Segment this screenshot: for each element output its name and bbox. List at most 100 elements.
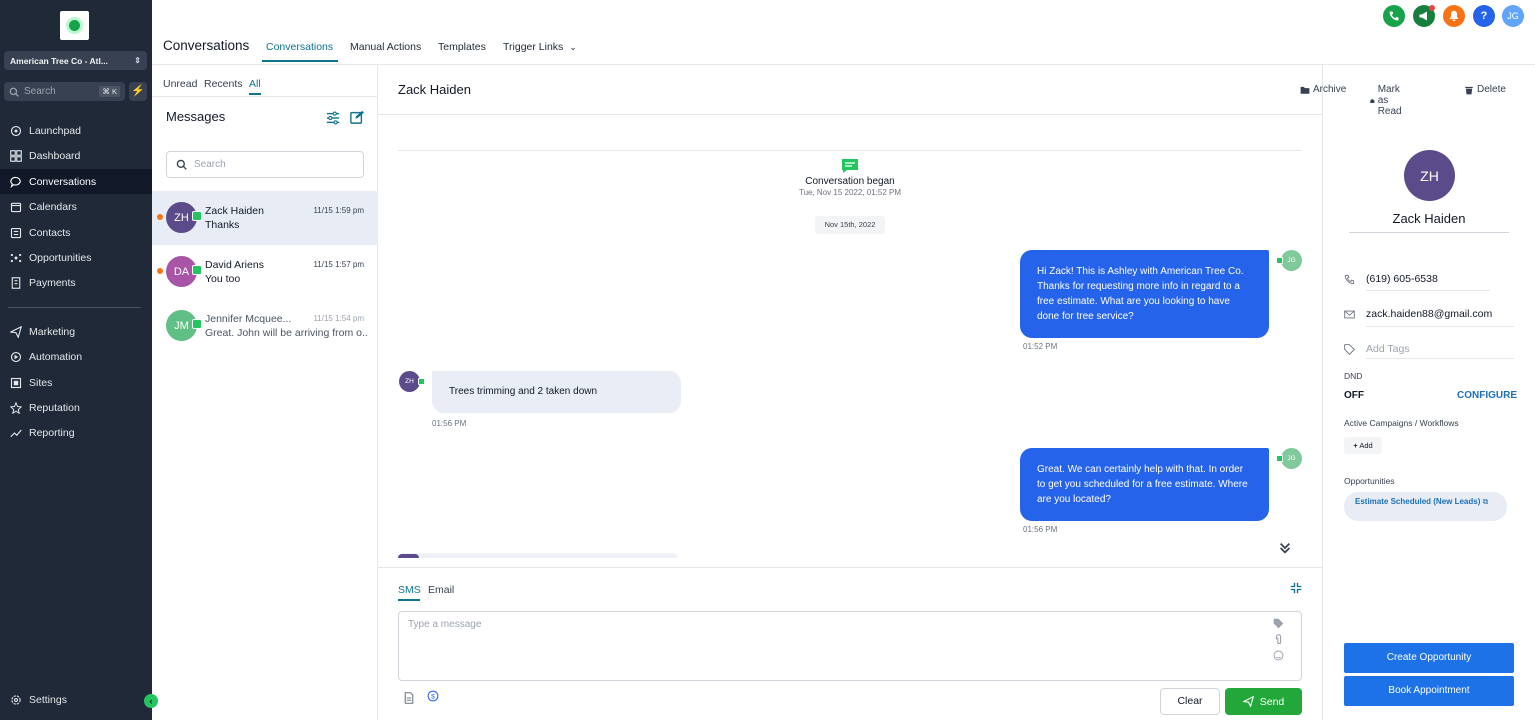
sidebar-item-automation[interactable]: Automation [0,344,152,369]
conversation-search-input[interactable]: Search [166,151,364,178]
add-campaign-button[interactable]: + Add [1344,437,1382,454]
divider [1366,290,1490,291]
bell-icon[interactable] [1443,5,1465,27]
message-time: 01:52 PM [1023,342,1058,351]
configure-dnd-link[interactable]: CONFIGURE [1457,390,1517,401]
double-chevron-down-icon[interactable] [1278,541,1292,555]
chat-header: Zack Haiden Archive Mark as Read Delete [378,65,1506,117]
sidebar-item-label: Automation [29,350,83,363]
collapse-arrows-icon[interactable] [1290,582,1302,594]
sidebar-item-payments[interactable]: Payments [0,270,152,295]
chat-panel: Zack Haiden Archive Mark as Read Delete … [378,65,1506,720]
sidebar-item-sites[interactable]: Sites [0,370,152,395]
clear-button[interactable]: Clear [1160,688,1220,715]
conversation-preview: You too [205,273,241,285]
quick-action-bolt-icon[interactable]: ⚡ [129,82,147,101]
page-title: Conversations [163,38,250,53]
sidebar-item-label: Calendars [29,200,77,213]
chat-contact-name: Zack Haiden [398,82,471,97]
divider [1366,326,1514,327]
filter-all[interactable]: All [249,78,261,90]
sites-icon [10,377,22,389]
sidebar-item-dashboard[interactable]: Dashboard [0,143,152,168]
conversation-time: 11/15 1:59 pm [313,206,364,215]
chevron-down-icon: ⌄ [569,42,577,52]
opportunity-chip[interactable]: Estimate Scheduled (New Leads) ⧉ [1344,492,1507,521]
company-logo[interactable] [60,11,89,40]
automation-icon [10,351,22,363]
filter-unread[interactable]: Unread [163,78,197,90]
active-channel-indicator [398,599,420,601]
create-opportunity-button[interactable]: Create Opportunity [1344,643,1514,673]
tab-manual-actions[interactable]: Manual Actions [350,41,421,53]
sidebar-item-conversations[interactable]: Conversations [0,169,152,194]
chat-message-icon [842,159,858,173]
sidebar-item-contacts[interactable]: Contacts [0,220,152,245]
megaphone-icon[interactable] [1413,5,1435,27]
contact-phone-row[interactable]: (619) 605-6538 [1344,273,1438,285]
unread-dot [157,214,163,220]
sidebar-item-label: Conversations [29,175,97,188]
sidebar-item-opportunities[interactable]: Opportunities [0,245,152,270]
tab-trigger-links[interactable]: Trigger Links ⌄ [503,41,577,53]
account-switcher[interactable]: American Tree Co - Atl... ⇕ [4,51,147,70]
send-plane-icon [10,325,22,338]
sidebar-search[interactable]: Search ⌘ K [4,82,125,101]
sidebar-item-label: Reporting [29,426,75,439]
sidebar-item-label: Sites [29,376,53,389]
tab-email[interactable]: Email [428,584,454,596]
trend-line-icon [10,427,22,439]
contact-avatar: ZH [1404,150,1455,201]
sender-avatar: ZH [399,371,420,392]
opportunities-label: Opportunities [1344,476,1395,486]
gear-icon [10,694,22,706]
tab-conversations[interactable]: Conversations [266,41,333,53]
divider [1366,358,1514,359]
sidebar-item-reputation[interactable]: Reputation [0,395,152,420]
sidebar-item-launchpad[interactable]: Launchpad [0,118,152,143]
sidebar-item-calendars[interactable]: Calendars [0,194,152,219]
filter-recents[interactable]: Recents [204,78,243,90]
document-icon[interactable] [403,692,415,704]
help-icon[interactable]: ? [1473,5,1495,27]
receipt-icon [10,276,22,289]
dollar-payment-icon[interactable]: $ [427,690,439,702]
add-label: Add [1359,441,1373,450]
calendar-icon [10,201,22,213]
incoming-message: Trees trimming and 2 taken down [432,371,681,413]
book-appointment-button[interactable]: Book Appointment [1344,676,1514,706]
sidebar-item-marketing[interactable]: Marketing [0,319,152,344]
send-button[interactable]: Send [1225,688,1302,715]
contact-phone: (619) 605-6538 [1366,273,1438,285]
send-plane-icon [1242,696,1254,707]
paperclip-icon[interactable] [1273,634,1284,645]
phone-icon[interactable] [1383,5,1405,27]
emoji-icon[interactable] [1273,650,1284,661]
sidebar-item-settings[interactable]: Settings [0,687,152,712]
conversation-preview: Great. John will be arriving from o... [205,327,367,339]
user-avatar[interactable]: JG [1502,5,1524,27]
conversation-preview: Thanks [205,219,240,231]
tab-sms[interactable]: SMS [398,584,421,596]
updown-chevron-icon: ⇕ [134,56,141,65]
conversation-item-david[interactable]: DA David Ariens 11/15 1:57 pm You too [152,245,378,299]
message-input[interactable]: Type a message [398,611,1302,681]
send-label: Send [1259,695,1285,708]
contact-name[interactable]: Zack Haiden [1349,211,1509,233]
add-tags-placeholder: Add Tags [1366,343,1410,355]
dnd-status: OFF [1344,390,1364,401]
folder-icon [1300,86,1310,94]
date-separator: Nov 15th, 2022 [815,216,885,234]
filter-sliders-icon[interactable] [326,111,340,125]
conversation-item-jennifer[interactable]: JM Jennifer Mcquee... 11/15 1:54 pm Grea… [152,299,378,353]
conversation-item-zack[interactable]: ZH Zack Haiden 11/15 1:59 pm Thanks [152,191,378,245]
tag-icon[interactable] [1273,618,1284,629]
compose-icon[interactable] [350,110,364,124]
sidebar-item-reporting[interactable]: Reporting [0,420,152,445]
contact-email-row[interactable]: zack.haiden88@gmail.com [1344,308,1492,320]
tab-templates[interactable]: Templates [438,41,486,53]
phone-icon [1344,274,1355,284]
notification-dot [1429,5,1435,11]
active-filter-indicator [249,93,261,95]
add-tags-input[interactable]: Add Tags [1344,343,1410,355]
